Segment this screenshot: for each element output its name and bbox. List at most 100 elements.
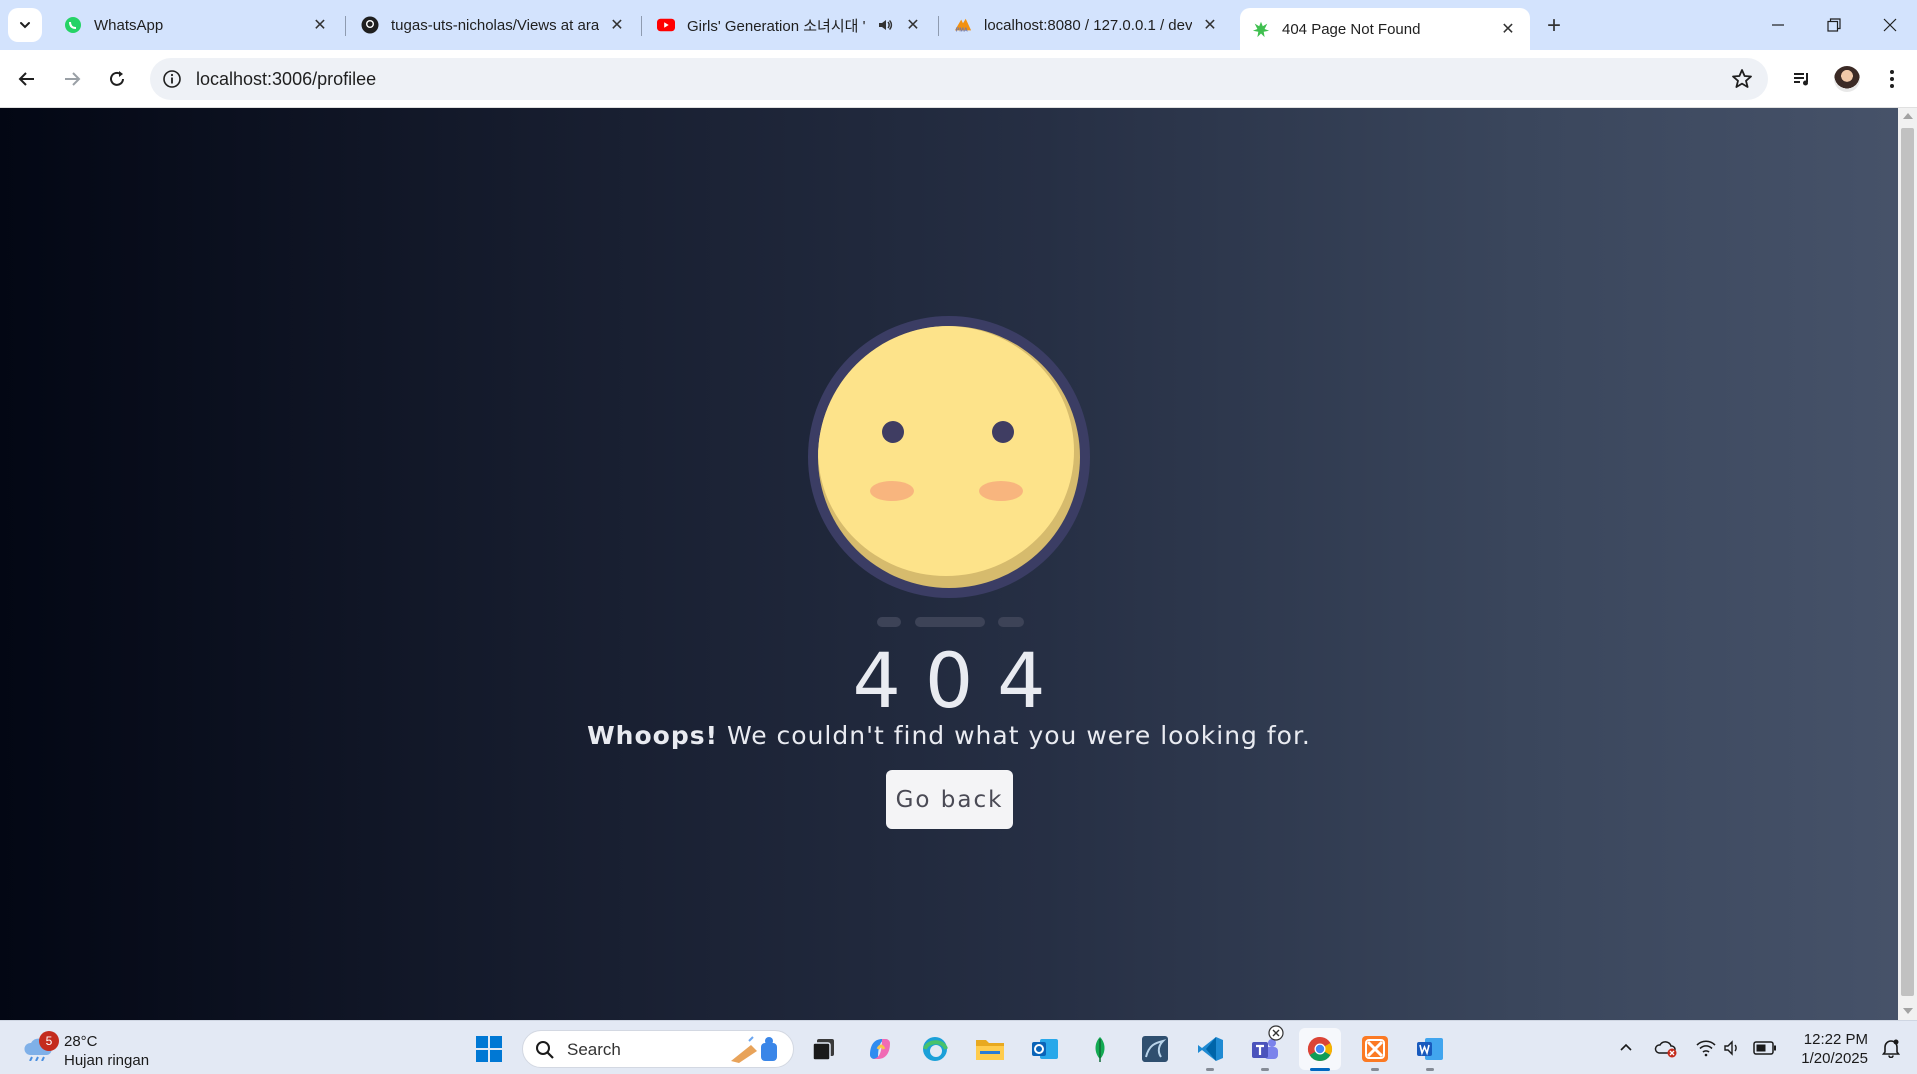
- left-blush: [870, 481, 914, 501]
- page-scrollbar[interactable]: [1898, 108, 1917, 1020]
- tray-onedrive[interactable]: [1653, 1035, 1679, 1061]
- tab-separator: [345, 16, 346, 36]
- mysql-workbench-icon: [1142, 1036, 1168, 1062]
- outlook-icon: [1032, 1039, 1058, 1059]
- taskbar-clock[interactable]: 12:22 PM 1/20/2025: [1790, 1030, 1868, 1068]
- media-control-button[interactable]: [1785, 62, 1819, 96]
- minimize-icon: [1772, 24, 1784, 26]
- left-eye: [882, 421, 904, 443]
- address-url[interactable]: localhost:3006/profilee: [196, 69, 376, 90]
- taskbar-copilot[interactable]: [859, 1028, 901, 1070]
- close-icon[interactable]: ✕: [1200, 15, 1220, 35]
- emoji-face: [818, 326, 1080, 588]
- tab-whatsapp[interactable]: WhatsApp ✕: [52, 8, 342, 42]
- weather-widget[interactable]: 5 28°C Hujan ringan: [22, 1029, 162, 1069]
- tab-github[interactable]: tugas-uts-nicholas/Views at ara ✕: [349, 8, 639, 42]
- svg-text:PMA: PMA: [956, 27, 968, 33]
- media-queue-icon: [1794, 73, 1808, 86]
- taskbar-task-view[interactable]: [803, 1028, 845, 1070]
- running-indicator: [1371, 1068, 1379, 1071]
- tab-search-button[interactable]: [8, 8, 42, 42]
- weather-condition: Hujan ringan: [64, 1052, 150, 1069]
- back-button[interactable]: [10, 62, 44, 96]
- speaker-icon[interactable]: [875, 17, 895, 33]
- tab-title: Girls' Generation 소녀시대 ': [687, 17, 866, 35]
- clock-time: 12:22 PM: [1803, 1031, 1868, 1048]
- close-icon[interactable]: ✕: [310, 15, 330, 35]
- vscode-icon: [1198, 1037, 1223, 1061]
- tab-separator: [641, 16, 642, 36]
- profile-button[interactable]: [1830, 62, 1864, 96]
- show-hidden-icons-button[interactable]: [1613, 1035, 1639, 1061]
- tab-404-page[interactable]: 404 Page Not Found ✕: [1240, 8, 1530, 50]
- right-blush: [979, 481, 1023, 501]
- battery-icon: [1753, 1041, 1776, 1055]
- tray-volume[interactable]: [1720, 1035, 1746, 1061]
- taskbar-chrome[interactable]: [1299, 1028, 1341, 1071]
- close-badge-icon: [1268, 1025, 1284, 1041]
- folder-icon: [976, 1040, 1004, 1060]
- more-vertical-icon: [1890, 70, 1894, 88]
- loading-dash: [998, 617, 1024, 627]
- taskbar-word[interactable]: [1409, 1028, 1451, 1071]
- running-indicator: [1261, 1068, 1269, 1071]
- browser-toolbar: localhost:3006/profilee: [0, 50, 1917, 108]
- minimize-button[interactable]: [1750, 0, 1806, 50]
- go-back-button[interactable]: Go back: [886, 770, 1013, 829]
- speaker-icon: [1724, 1040, 1737, 1056]
- tray-wifi[interactable]: [1693, 1035, 1719, 1061]
- emoji-face-highlight: [818, 326, 1074, 576]
- copilot-icon: [870, 1039, 890, 1059]
- tab-youtube[interactable]: Girls' Generation 소녀시대 ' ✕: [645, 8, 935, 42]
- start-button[interactable]: [468, 1028, 510, 1070]
- menu-button[interactable]: [1875, 62, 1909, 96]
- chevron-up-icon: [1620, 1043, 1632, 1051]
- taskbar-xampp[interactable]: [1354, 1028, 1396, 1071]
- whatsapp-icon: [64, 16, 82, 34]
- new-tab-button[interactable]: +: [1538, 10, 1570, 42]
- close-icon: [1883, 18, 1897, 32]
- error-message-bold: Whoops!: [587, 721, 718, 750]
- forward-button[interactable]: [55, 62, 89, 96]
- scroll-down-icon[interactable]: [1903, 1008, 1913, 1014]
- reload-button[interactable]: [100, 62, 134, 96]
- close-icon[interactable]: ✕: [903, 15, 923, 35]
- reload-icon: [110, 71, 124, 86]
- search-icon: [536, 1041, 554, 1059]
- clock-date: 1/20/2025: [1801, 1050, 1868, 1067]
- edge-icon: [923, 1037, 948, 1061]
- tab-strip: WhatsApp ✕ tugas-uts-nicholas/Views at a…: [0, 0, 1917, 50]
- taskbar-search[interactable]: Search: [522, 1030, 794, 1068]
- taskbar-vscode[interactable]: [1189, 1028, 1231, 1071]
- running-indicator: [1206, 1068, 1214, 1071]
- taskbar-mysql-workbench[interactable]: [1134, 1028, 1176, 1070]
- github-icon: [361, 16, 379, 34]
- tray-battery[interactable]: [1752, 1035, 1778, 1061]
- close-icon[interactable]: ✕: [607, 15, 627, 35]
- chrome-icon: [1307, 1037, 1333, 1062]
- address-bar[interactable]: localhost:3006/profilee: [150, 58, 1768, 100]
- taskbar-file-explorer[interactable]: [969, 1028, 1011, 1070]
- notification-bell-button[interactable]: [1878, 1035, 1904, 1061]
- close-icon[interactable]: ✕: [1498, 19, 1518, 39]
- cloud-offline-icon: [1654, 1041, 1677, 1058]
- xampp-icon: [1362, 1036, 1388, 1062]
- info-icon[interactable]: [162, 69, 182, 89]
- tab-title: tugas-uts-nicholas/Views at ara: [391, 16, 599, 34]
- weather-temp: 28°C: [64, 1033, 98, 1050]
- taskbar-mongodb-compass[interactable]: [1079, 1028, 1121, 1070]
- search-label: Search: [567, 1040, 621, 1059]
- taskbar-outlook[interactable]: [1024, 1028, 1066, 1070]
- star-icon[interactable]: [1730, 67, 1754, 91]
- tab-phpmyadmin[interactable]: PMA localhost:8080 / 127.0.0.1 / dev ✕: [942, 8, 1232, 42]
- restore-button[interactable]: [1806, 0, 1862, 50]
- mongodb-leaf-icon: [1095, 1037, 1105, 1062]
- scrollbar-thumb[interactable]: [1901, 128, 1914, 996]
- taskbar-edge[interactable]: [914, 1028, 956, 1070]
- taskbar-teams[interactable]: [1244, 1025, 1286, 1071]
- tab-title: 404 Page Not Found: [1282, 20, 1421, 38]
- scroll-up-icon[interactable]: [1903, 113, 1913, 119]
- close-window-button[interactable]: [1862, 0, 1917, 50]
- youtube-icon: [657, 16, 675, 34]
- weather-badge: 5: [39, 1031, 59, 1051]
